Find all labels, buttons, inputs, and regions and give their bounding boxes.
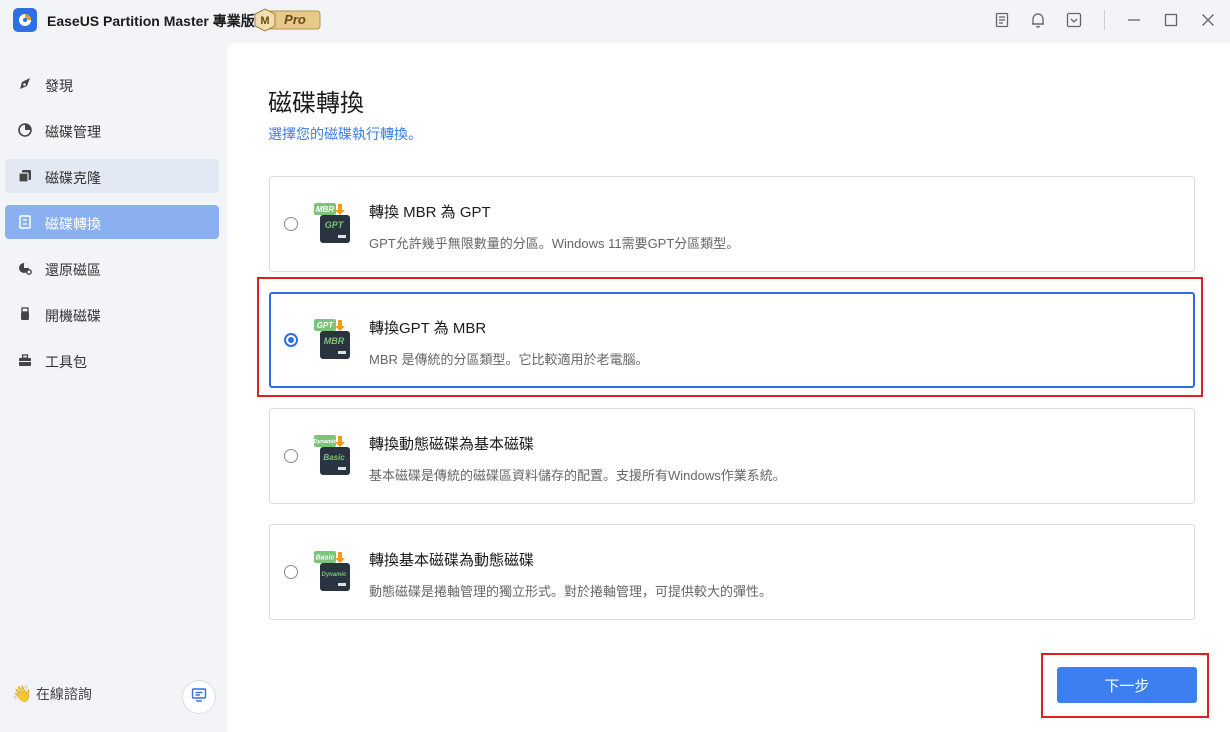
online-consult-link[interactable]: 👋 在線諮詢 — [12, 684, 92, 704]
option-mbr-to-gpt[interactable]: MBR GPT 轉換 MBR 為 GPT GPT允許幾乎無限數量的分區。Wind… — [269, 176, 1195, 272]
title-bar: EaseUS Partition Master 專業版 M Pro — [0, 0, 1230, 40]
disk-convert-icon: MBR GPT — [314, 203, 350, 243]
radio-button[interactable] — [284, 217, 298, 231]
sidebar-item-disk-clone[interactable]: 磁碟克隆 — [5, 159, 219, 193]
convert-icon — [17, 214, 33, 230]
disk-convert-icon: GPT MBR — [314, 319, 350, 359]
usb-icon — [17, 306, 33, 322]
recover-icon — [17, 260, 33, 276]
option-title: 轉換動態磁碟為基本磁碟 — [369, 436, 535, 453]
page-title: 磁碟轉換 — [268, 90, 364, 117]
option-description: MBR 是傳統的分區類型。它比較適用於老電腦。 — [369, 352, 649, 367]
main-panel: 磁碟轉換 選擇您的磁碟執行轉換。 MBR GPT 轉換 MBR 為 GPT GP… — [227, 43, 1230, 732]
option-description: GPT允許幾乎無限數量的分區。Windows 11需要GPT分區類型。 — [369, 236, 740, 251]
sidebar-item-label: 磁碟轉換 — [45, 216, 101, 232]
sidebar-item-label: 還原磁區 — [45, 262, 101, 278]
online-consult-label: 在線諮詢 — [35, 686, 92, 702]
waving-hand-icon: 👋 — [12, 686, 32, 703]
radio-button-selected[interactable] — [284, 333, 298, 347]
bell-icon[interactable] — [1028, 10, 1048, 30]
option-title: 轉換基本磁碟為動態磁碟 — [369, 552, 535, 569]
download-icon[interactable] — [1064, 10, 1084, 30]
option-title: 轉換GPT 為 MBR — [369, 320, 487, 337]
sidebar-item-disk-convert[interactable]: 磁碟轉換 — [5, 205, 219, 239]
option-basic-to-dynamic[interactable]: Basic Dynamic 轉換基本磁碟為動態磁碟 動態磁碟是捲軸管理的獨立形式… — [269, 524, 1195, 620]
next-button[interactable]: 下一步 — [1057, 667, 1197, 703]
sidebar-item-label: 開機磁碟 — [45, 308, 101, 324]
option-dynamic-to-basic[interactable]: Dynamic Basic 轉換動態磁碟為基本磁碟 基本磁碟是傳統的磁碟區資料儲… — [269, 408, 1195, 504]
chat-icon — [191, 687, 207, 708]
radio-button[interactable] — [284, 565, 298, 579]
disk-convert-icon: Basic Dynamic — [314, 551, 350, 591]
option-title: 轉換 MBR 為 GPT — [369, 204, 491, 221]
titlebar-divider — [1104, 10, 1105, 30]
page-subtitle: 選擇您的磁碟執行轉換。 — [268, 126, 422, 142]
icon-top-label: Dynamic — [314, 439, 337, 445]
sidebar-item-discover[interactable]: 發現 — [5, 67, 219, 101]
feedback-button[interactable] — [182, 680, 216, 714]
sidebar-item-toolkit[interactable]: 工具包 — [5, 343, 219, 377]
option-gpt-to-mbr[interactable]: GPT MBR 轉換GPT 為 MBR MBR 是傳統的分區類型。它比較適用於老… — [269, 292, 1195, 388]
icon-top-label: MBR — [316, 205, 334, 214]
badge-text: Pro — [284, 12, 306, 27]
discover-icon — [17, 76, 33, 92]
sidebar-item-disk-management[interactable]: 磁碟管理 — [5, 113, 219, 147]
sidebar-item-boot-disk[interactable]: 開機磁碟 — [5, 297, 219, 331]
pie-icon — [17, 122, 33, 138]
clone-icon — [17, 168, 33, 184]
sidebar-item-label: 磁碟管理 — [45, 124, 101, 140]
icon-bottom-label: Basic — [323, 453, 345, 462]
notes-icon[interactable] — [992, 10, 1012, 30]
icon-top-label: Basic — [316, 555, 335, 562]
sidebar-item-label: 磁碟克隆 — [45, 170, 101, 186]
app-logo-icon — [13, 8, 37, 32]
option-description: 動態磁碟是捲軸管理的獨立形式。對於捲軸管理，可提供較大的彈性。 — [369, 584, 773, 599]
pro-badge: M Pro — [252, 8, 322, 32]
app-title: EaseUS Partition Master 專業版 — [47, 13, 255, 29]
icon-top-label: GPT — [317, 321, 335, 330]
radio-button[interactable] — [284, 449, 298, 463]
disk-convert-icon: Dynamic Basic — [314, 435, 350, 475]
icon-bottom-label: MBR — [324, 336, 345, 346]
maximize-icon[interactable] — [1161, 10, 1181, 30]
sidebar: 發現 磁碟管理 磁碟克隆 磁碟轉換 還原磁區 開機磁碟 工具包 👋 在線諮詢 — [0, 40, 226, 732]
sidebar-item-label: 工具包 — [45, 354, 87, 370]
toolbox-icon — [17, 352, 33, 368]
minimize-icon[interactable] — [1124, 10, 1144, 30]
icon-bottom-label: GPT — [325, 220, 345, 230]
option-description: 基本磁碟是傳統的磁碟區資料儲存的配置。支援所有Windows作業系統。 — [369, 468, 786, 483]
close-icon[interactable] — [1198, 10, 1218, 30]
badge-letter: M — [260, 15, 269, 27]
icon-bottom-label: Dynamic — [321, 572, 347, 578]
sidebar-item-partition-recovery[interactable]: 還原磁區 — [5, 251, 219, 285]
sidebar-item-label: 發現 — [45, 78, 73, 94]
